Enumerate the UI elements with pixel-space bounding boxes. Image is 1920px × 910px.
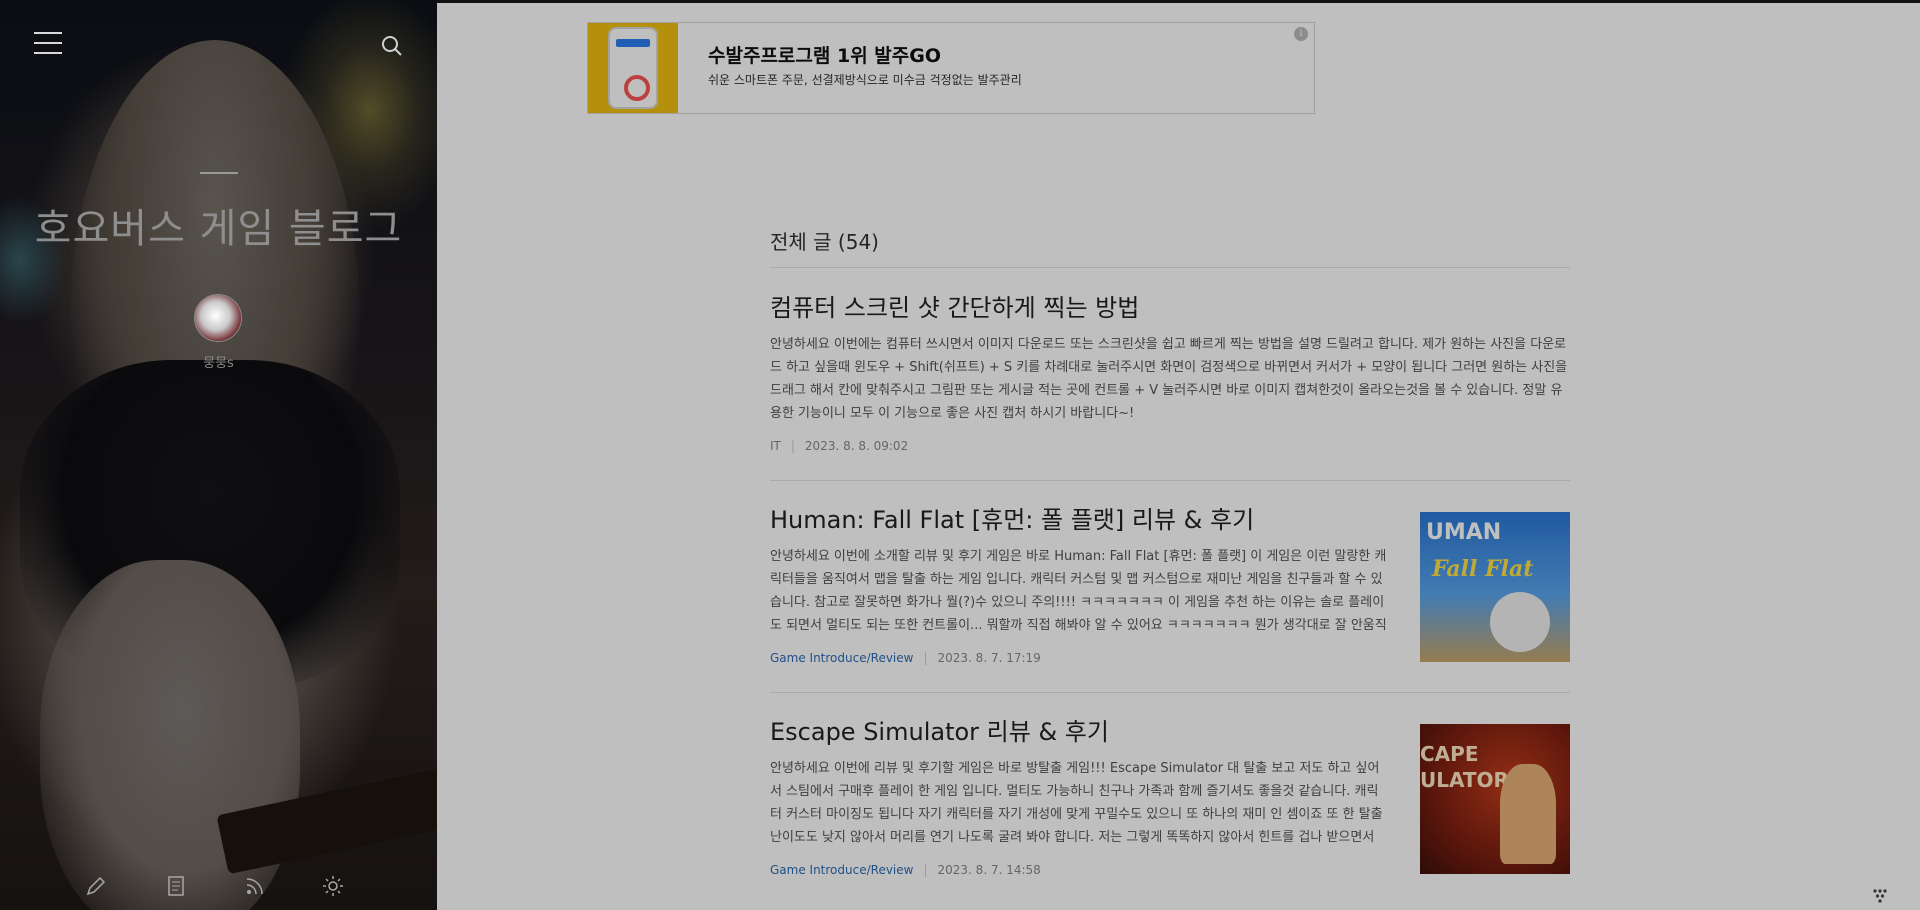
post-date: 2023. 8. 8. 09:02: [804, 438, 909, 453]
hamburger-menu-icon[interactable]: [34, 32, 62, 56]
avatar[interactable]: [194, 294, 242, 342]
divider: [770, 692, 1570, 693]
post-item: 컴퓨터 스크린 샷 간단하게 찍는 방법 안녕하세요 이번에는 컴퓨터 쓰시면서…: [770, 294, 1570, 453]
post-category[interactable]: Game Introduce/Review: [770, 863, 913, 877]
thumbnail-text: CAPE: [1420, 742, 1479, 766]
sidebar-toolbar: [0, 864, 437, 910]
pencil-icon[interactable]: [84, 874, 108, 898]
rss-icon[interactable]: [243, 874, 267, 898]
ad-thumbnail[interactable]: [588, 23, 678, 113]
gear-icon[interactable]: [321, 874, 345, 898]
thumbnail-text: ULATOR: [1420, 768, 1509, 792]
post-date: 2023. 8. 7. 14:58: [937, 862, 1041, 877]
author-name: 뭉뭉s: [203, 356, 234, 371]
sidebar: 호요버스 게임 블로그 뭉뭉s: [0, 0, 437, 910]
blog-title[interactable]: 호요버스 게임 블로그: [0, 196, 437, 254]
post-title[interactable]: 컴퓨터 스크린 샷 간단하게 찍는 방법: [770, 294, 1570, 323]
post-category[interactable]: Game Introduce/Review: [770, 651, 913, 665]
post-category[interactable]: IT: [770, 439, 781, 453]
divider: [770, 480, 1570, 481]
thumbnail-text: UMAN: [1426, 520, 1502, 545]
post-meta: IT | 2023. 8. 8. 09:02: [770, 438, 909, 453]
post-excerpt[interactable]: 안녕하세요 이번에 소개할 리뷰 및 후기 게임은 바로 Human: Fall…: [770, 545, 1390, 637]
ad-title[interactable]: 수발주프로그램 1위 발주GO: [708, 41, 941, 68]
post-excerpt[interactable]: 안녕하세요 이번에 리뷰 및 후기할 게임은 바로 방탈출 게임!!! Esca…: [770, 757, 1390, 849]
notebook-icon[interactable]: [164, 874, 188, 898]
divider: [770, 267, 1570, 268]
thumbnail-text: Fall Flat: [1432, 556, 1534, 582]
title-rule: [200, 172, 238, 174]
post-excerpt[interactable]: 안녕하세요 이번에는 컴퓨터 쓰시면서 이미지 다운로드 또는 스크린샷을 쉽고…: [770, 333, 1570, 425]
info-icon[interactable]: i: [1294, 27, 1308, 41]
more-icon[interactable]: [1870, 884, 1890, 904]
ad-subtitle[interactable]: 쉬운 스마트폰 주문, 선결제방식으로 미수금 걱정없는 발주관리: [708, 71, 1022, 88]
ad-banner[interactable]: 수발주프로그램 1위 발주GO 쉬운 스마트폰 주문, 선결제방식으로 미수금 …: [587, 22, 1315, 114]
search-icon[interactable]: [380, 34, 404, 58]
post-thumbnail[interactable]: UMAN Fall Flat: [1420, 512, 1570, 662]
post-thumbnail[interactable]: CAPE ULATOR: [1420, 724, 1570, 874]
section-heading: 전체 글 (54): [770, 230, 879, 254]
phone-image: [610, 29, 656, 107]
post-date: 2023. 8. 7. 17:19: [937, 650, 1041, 665]
